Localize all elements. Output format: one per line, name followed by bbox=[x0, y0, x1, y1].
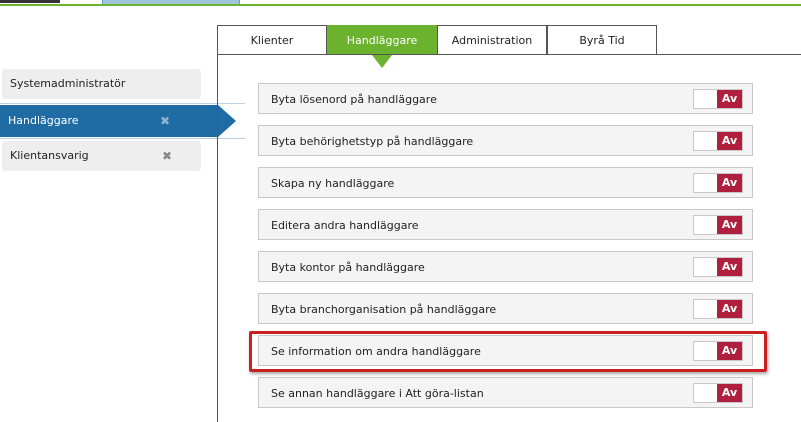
sidebar-item-label: Klientansvarig bbox=[10, 149, 89, 162]
permission-toggle[interactable]: Av bbox=[693, 215, 743, 235]
permission-label: Editera andra handläggare bbox=[271, 219, 419, 232]
permission-row: Se annan handläggare i Att göra-listan A… bbox=[258, 377, 753, 408]
arrow-down-icon bbox=[372, 55, 392, 68]
permission-toggle[interactable]: Av bbox=[693, 173, 743, 193]
permission-row: Skapa ny handläggare Av bbox=[258, 167, 753, 198]
highlight-annotation bbox=[249, 331, 767, 372]
tab-label: Klienter bbox=[250, 34, 294, 47]
sidebar-item-systemadministrator[interactable]: Systemadministratör bbox=[2, 69, 201, 99]
sidebar-divider bbox=[0, 138, 245, 139]
tab-bar: Klienter Handläggare Administration Byrå… bbox=[217, 25, 801, 68]
permission-toggle[interactable]: Av bbox=[693, 383, 743, 403]
permission-label: Byta behörighetstyp på handläggare bbox=[271, 135, 474, 148]
tab-handlaggare[interactable]: Handläggare bbox=[327, 25, 437, 68]
permission-toggle[interactable]: Av bbox=[693, 89, 743, 109]
permission-label: Se annan handläggare i Att göra-listan bbox=[271, 387, 484, 400]
sidebar-item-label: Systemadministratör bbox=[10, 77, 126, 90]
tab-label: Administration bbox=[451, 34, 533, 47]
arrow-right-icon bbox=[218, 105, 236, 137]
permission-row: Byta behörighetstyp på handläggare Av bbox=[258, 125, 753, 156]
close-x-icon[interactable]: ✖ bbox=[160, 105, 170, 137]
toggle-state: Av bbox=[717, 300, 742, 318]
tab-administration[interactable]: Administration bbox=[437, 25, 547, 55]
sidebar-item-handlaggare[interactable]: Handläggare ✖ bbox=[0, 105, 236, 137]
sidebar-divider bbox=[0, 103, 245, 104]
permission-label: Byta kontor på handläggare bbox=[271, 261, 425, 274]
sidebar-item-klientansvarig[interactable]: Klientansvarig ✖ bbox=[2, 141, 201, 171]
permission-label: Skapa ny handläggare bbox=[271, 177, 395, 190]
tab-label: Handläggare bbox=[346, 34, 418, 47]
close-x-icon[interactable]: ✖ bbox=[162, 141, 172, 171]
tab-bar-divider bbox=[217, 54, 801, 55]
top-navigation-strip bbox=[0, 0, 801, 6]
permission-toggle[interactable]: Av bbox=[693, 257, 743, 277]
toggle-state: Av bbox=[717, 174, 742, 192]
top-nav-fragment bbox=[0, 0, 60, 3]
tab-byra-tid[interactable]: Byrå Tid bbox=[547, 25, 657, 55]
sidebar-item-label: Handläggare bbox=[8, 114, 79, 127]
toggle-state: Av bbox=[717, 90, 742, 108]
permission-label: Byta lösenord på handläggare bbox=[271, 93, 437, 106]
top-accent-line bbox=[0, 4, 801, 6]
toggle-state: Av bbox=[717, 258, 742, 276]
permission-row: Editera andra handläggare Av bbox=[258, 209, 753, 240]
permission-label: Byta branchorganisation på handläggare bbox=[271, 303, 497, 316]
tab-klienter[interactable]: Klienter bbox=[217, 25, 327, 55]
panel-border bbox=[217, 25, 218, 422]
tab-label: Byrå Tid bbox=[579, 34, 625, 47]
toggle-state: Av bbox=[717, 216, 742, 234]
toggle-state: Av bbox=[717, 384, 742, 402]
permission-row: Byta lösenord på handläggare Av bbox=[258, 83, 753, 114]
permission-row: Byta kontor på handläggare Av bbox=[258, 251, 753, 282]
toggle-state: Av bbox=[717, 132, 742, 150]
permission-toggle[interactable]: Av bbox=[693, 131, 743, 151]
permission-row: Byta branchorganisation på handläggare A… bbox=[258, 293, 753, 324]
permission-toggle[interactable]: Av bbox=[693, 299, 743, 319]
